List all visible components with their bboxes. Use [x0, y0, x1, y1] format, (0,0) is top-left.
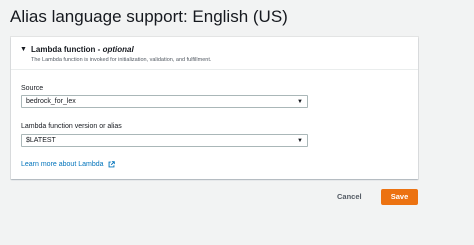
triangle-down-icon: ▼ — [297, 99, 303, 105]
source-value: bedrock_for_lex — [26, 98, 76, 105]
panel-description: The Lambda function is invoked for initi… — [31, 57, 212, 63]
source-label: Source — [21, 85, 44, 92]
version-label: Lambda function version or alias — [21, 123, 122, 130]
lambda-function-panel: ▼ Lambda function - optional The Lambda … — [11, 37, 418, 179]
version-value: $LATEST — [26, 137, 56, 144]
panel-heading-text: Lambda function — [31, 45, 96, 54]
panel-heading: Lambda function - optional — [31, 44, 134, 55]
panel-heading-separator: - — [95, 45, 103, 54]
external-link-icon — [109, 160, 116, 168]
panel-header[interactable]: ▼ Lambda function - optional The Lambda … — [11, 37, 418, 70]
version-select[interactable]: $LATEST ▼ — [21, 134, 308, 147]
page-title: Alias language support: English (US) — [10, 7, 288, 26]
caret-down-icon[interactable]: ▼ — [20, 45, 27, 55]
learn-more-link[interactable]: Learn more about Lambda — [21, 160, 116, 169]
learn-more-label: Learn more about Lambda — [21, 161, 104, 168]
save-button[interactable]: Save — [381, 189, 418, 205]
cancel-button[interactable]: Cancel — [337, 191, 362, 203]
panel-heading-optional: optional — [102, 45, 134, 54]
source-select[interactable]: bedrock_for_lex ▼ — [21, 95, 308, 108]
triangle-down-icon: ▼ — [297, 138, 303, 144]
